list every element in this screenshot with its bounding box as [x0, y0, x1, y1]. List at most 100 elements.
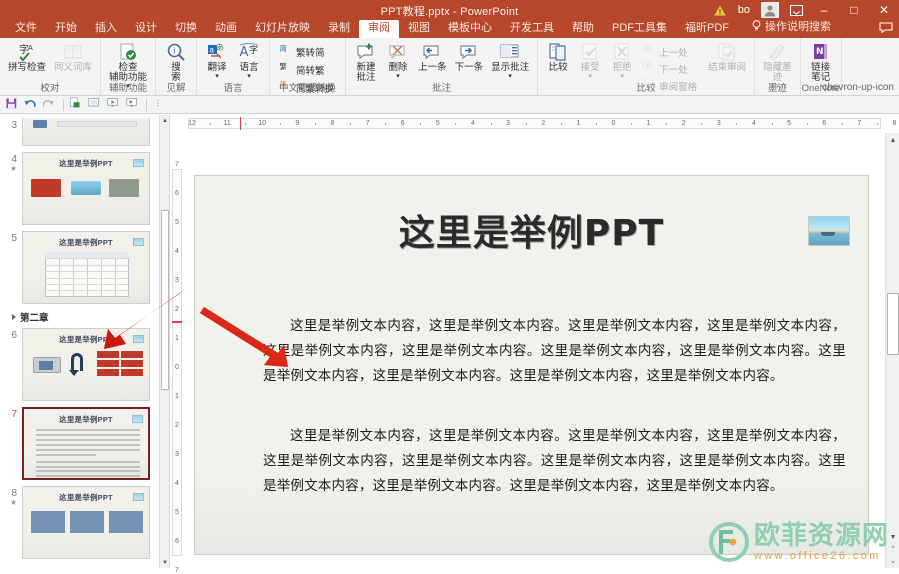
- close-button[interactable]: ✕: [869, 0, 899, 20]
- save-icon[interactable]: [4, 97, 21, 113]
- slide-canvas[interactable]: 这里是举例PPT 这里是举例文本内容，这里是举例文本内容。这里是举例文本内容，这…: [194, 175, 869, 555]
- horizontal-ruler[interactable]: 1211109876543210123456789101112: [184, 115, 896, 133]
- new-slide-icon[interactable]: [87, 97, 104, 113]
- slide-thumbnail-pane[interactable]: 3 4 ★ 这里是举例PPT 5 这里是举例PPT 第二章 6 这里是举例PPT 7 这里是举例PP…: [0, 115, 170, 568]
- comment-balloon-icon[interactable]: [879, 22, 893, 36]
- hide-ink-icon: [767, 41, 787, 63]
- ruler-tick-label: 4: [752, 120, 756, 127]
- ribbon-small-button-trad-to-simp[interactable]: 简繁转简: [276, 43, 337, 61]
- warning-triangle-icon[interactable]: [708, 0, 732, 20]
- thumbnail-section-header[interactable]: 第二章: [0, 307, 159, 325]
- avatar[interactable]: [761, 2, 779, 18]
- chevron-down-icon[interactable]: ▾: [215, 73, 219, 80]
- ribbon-group-items: 简繁转简繁简转繁简简繁转换: [270, 38, 345, 95]
- more-commands-icon[interactable]: ⋮: [151, 97, 168, 113]
- slide-paragraph-2[interactable]: 这里是举例文本内容，这里是举例文本内容。这里是举例文本内容，这里是举例文本内容，…: [263, 424, 846, 499]
- slide-editor: 1211109876543210123456789101112 76543210…: [170, 115, 899, 574]
- thumbnail-scrollbar-thumb[interactable]: [161, 210, 169, 390]
- ribbon-button-language[interactable]: A 字语言 ▾: [233, 40, 265, 80]
- tab-7[interactable]: 录制: [319, 20, 359, 38]
- tab-11[interactable]: 开发工具: [501, 20, 563, 38]
- tab-3[interactable]: 设计: [126, 20, 166, 38]
- ruler-tick: [595, 123, 597, 125]
- ribbon-button-end-review: 结束审阅: [704, 40, 750, 73]
- vertical-ruler[interactable]: 7 6 5 4 3 2 1 0 1 2 3 4 5 6 7: [170, 135, 184, 574]
- ribbon-button-accept-change: 接受 ▾: [574, 40, 606, 80]
- tell-me-search[interactable]: 操作说明搜索: [738, 18, 840, 38]
- thumbnail-row[interactable]: 4 ★ 这里是举例PPT: [0, 149, 159, 228]
- tab-0[interactable]: 文件: [6, 20, 46, 38]
- vertical-scrollbar-thumb[interactable]: [887, 293, 899, 355]
- thumbnail-row[interactable]: 7 这里是举例PPT: [0, 404, 159, 483]
- ribbon-button-spell-check[interactable]: 字 A 拼写检查: [4, 40, 50, 73]
- export-pdf-icon[interactable]: [68, 97, 85, 113]
- slide-thumbnail[interactable]: [22, 118, 150, 146]
- slide-thumbnail[interactable]: 这里是举例PPT: [22, 328, 150, 401]
- tab-8[interactable]: 审阅: [359, 20, 399, 38]
- thumbnail-row[interactable]: 8 ★ 这里是举例PPT: [0, 483, 159, 562]
- ruler-tick: [771, 123, 773, 125]
- tab-9[interactable]: 视图: [399, 20, 439, 38]
- collapse-ribbon-button[interactable]: chevron-up-icon: [822, 82, 894, 93]
- ribbon-display-options-icon[interactable]: [784, 0, 809, 20]
- ruler-tick-label: 4: [471, 120, 475, 127]
- tab-4[interactable]: 切换: [166, 20, 206, 38]
- ribbon-group-1: 检查 辅助功能 ▾ 辅助功能: [101, 38, 157, 95]
- chevron-down-icon[interactable]: ▾: [396, 73, 400, 80]
- thumbnail-row[interactable]: 3: [0, 115, 159, 149]
- ribbon-button-smart-lookup[interactable]: i搜索: [160, 40, 192, 83]
- scroll-up-arrow[interactable]: ▲: [886, 133, 899, 147]
- tab-14[interactable]: 福昕PDF: [676, 20, 738, 38]
- slide-title-text[interactable]: 这里是举例PPT: [195, 204, 868, 256]
- ruler-indent-marker[interactable]: [240, 117, 241, 130]
- thumbnail-scroll-up-arrow[interactable]: ▲: [160, 115, 169, 126]
- thumbnail-row[interactable]: 6 这里是举例PPT: [0, 325, 159, 404]
- thumbnail-scroll-down-arrow[interactable]: ▼: [160, 557, 169, 568]
- undo-icon[interactable]: [23, 97, 40, 113]
- slide-picture[interactable]: [808, 216, 850, 246]
- ribbon-button-next-comment[interactable]: 下一条: [451, 40, 488, 73]
- slide-canvas-area[interactable]: 这里是举例PPT 这里是举例文本内容，这里是举例文本内容。这里是举例文本内容，这…: [184, 133, 885, 568]
- ribbon-group-label: 校对: [40, 83, 60, 94]
- tab-10[interactable]: 模板中心: [439, 20, 501, 38]
- minimize-button[interactable]: –: [809, 0, 839, 20]
- tab-1[interactable]: 开始: [46, 20, 86, 38]
- account-name[interactable]: bo: [732, 0, 756, 20]
- ribbon-group-label: 墨迹: [767, 83, 787, 94]
- slide-thumbnail[interactable]: 这里是举例PPT: [22, 407, 150, 480]
- language-icon: A字: [239, 41, 259, 63]
- tab-13[interactable]: PDF工具集: [603, 20, 676, 38]
- ribbon-button-previous-comment[interactable]: 上一条: [414, 40, 451, 73]
- maximize-button[interactable]: □: [839, 0, 869, 20]
- ribbon-button-onenote-linked-notes[interactable]: N 链接 笔记: [805, 40, 837, 83]
- tab-6[interactable]: 幻灯片放映: [246, 20, 319, 38]
- tab-5[interactable]: 动画: [206, 20, 246, 38]
- chevron-down-icon[interactable]: ▾: [247, 73, 251, 80]
- present-current-icon[interactable]: [125, 97, 142, 113]
- end-review-icon: [717, 41, 737, 63]
- tab-12[interactable]: 帮助: [563, 20, 603, 38]
- thumbnail-number: 8 ★: [0, 486, 22, 507]
- thumbnail-scrollbar[interactable]: ▲ ▼: [159, 115, 169, 568]
- thumbnail-number: 5: [0, 231, 22, 244]
- tab-2[interactable]: 插入: [86, 20, 126, 38]
- ribbon-button-show-comments[interactable]: 显示批注 ▾: [487, 40, 533, 80]
- translate-icon: aあ: [207, 41, 227, 63]
- slide-thumbnail[interactable]: 这里是举例PPT: [22, 152, 150, 225]
- ribbon-group-items: 比较 接受 ▾ 拒绝 ▾ 上一处 下一处 审阅窗格 结束审阅: [538, 38, 754, 93]
- slide-thumbnail[interactable]: 这里是举例PPT: [22, 231, 150, 304]
- thumbnail-row[interactable]: 5 这里是举例PPT: [0, 228, 159, 307]
- ribbon-button-new-comment[interactable]: 新建 批注: [350, 40, 382, 83]
- triangle-right-icon[interactable]: [12, 314, 16, 320]
- start-slideshow-icon[interactable]: [106, 97, 123, 113]
- ribbon-button-compare[interactable]: 比较: [542, 40, 574, 73]
- chevron-down-icon[interactable]: ▾: [508, 73, 512, 80]
- slide-vertical-scrollbar[interactable]: ▲ ▼ ⌃ ⌄: [885, 133, 899, 568]
- ruler-tick-label: 3: [716, 120, 721, 127]
- slide-thumbnail[interactable]: 这里是举例PPT: [22, 486, 150, 559]
- ribbon-button-translate[interactable]: a あ翻译 ▾: [201, 40, 233, 80]
- slide-paragraph-1[interactable]: 这里是举例文本内容，这里是举例文本内容。这里是举例文本内容，这里是举例文本内容，…: [263, 314, 846, 389]
- ribbon-button-delete-comment[interactable]: 删除 ▾: [382, 40, 414, 80]
- redo-icon[interactable]: [42, 97, 59, 113]
- ribbon-small-button-simp-to-trad[interactable]: 繁简转繁: [276, 61, 337, 79]
